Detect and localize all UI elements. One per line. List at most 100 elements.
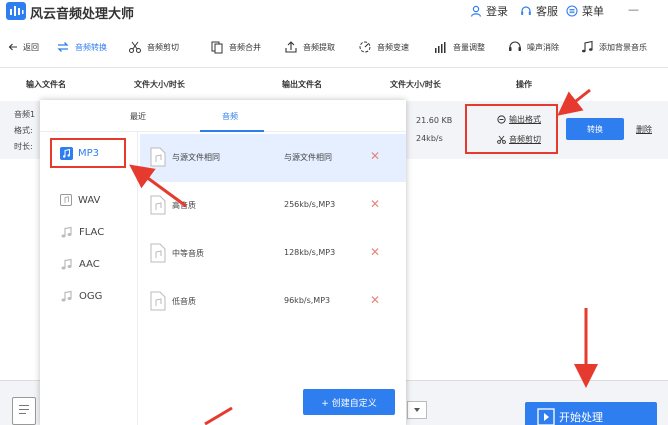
tab-audio-cut-label: 音频剪切 bbox=[147, 42, 179, 52]
quality-name: 低音质 bbox=[172, 297, 196, 306]
remove-preset-icon[interactable]: ✕ bbox=[370, 293, 380, 307]
remove-preset-icon[interactable]: ✕ bbox=[370, 245, 380, 259]
format-item-ogg[interactable]: OGG bbox=[40, 280, 138, 312]
tab-audio-extract-label: 音频提取 bbox=[303, 42, 335, 52]
music-note-icon bbox=[61, 226, 72, 237]
settings-circle-icon bbox=[497, 115, 506, 124]
file-table-header: 输入文件名 文件大小/时长 输出文件名 文件大小/时长 操作 bbox=[0, 69, 668, 101]
app-title: 风云音频处理大师 bbox=[30, 7, 135, 22]
tab-audio-extract[interactable]: 音频提取 bbox=[284, 36, 335, 58]
output-format-link[interactable]: 输出格式 bbox=[497, 114, 541, 125]
login-label: 登录 bbox=[486, 5, 508, 18]
col-output-size: 文件大小/时长 bbox=[390, 80, 441, 89]
headset-icon bbox=[521, 6, 531, 15]
remove-preset-icon[interactable]: ✕ bbox=[370, 149, 380, 163]
tab-add-background-music[interactable]: 添加背景音乐 bbox=[580, 36, 647, 58]
popup-tabs: 最近 音频 bbox=[40, 100, 406, 132]
create-custom-button[interactable]: + 创建自定义 bbox=[303, 389, 395, 415]
col-operation: 操作 bbox=[516, 80, 532, 89]
format-item-label: OGG bbox=[79, 290, 103, 302]
user-icon bbox=[470, 5, 482, 17]
quality-value: 128kb/s,MP3 bbox=[284, 248, 336, 257]
format-popup: 最近 音频 MP3 WAV FLAC AAC OGG 与源文件相同 与源文件相同… bbox=[40, 100, 406, 425]
quality-name: 与源文件相同 bbox=[172, 153, 220, 162]
convert-icon bbox=[57, 42, 69, 52]
tab-volume-adjust[interactable]: 音量调整 bbox=[434, 36, 485, 58]
music-note-icon bbox=[582, 40, 593, 53]
tab-audio-merge[interactable]: 音频合并 bbox=[210, 36, 261, 58]
menu-icon bbox=[566, 5, 578, 17]
file-duration-label: 时长: bbox=[14, 142, 33, 151]
quality-value: 256kb/s,MP3 bbox=[284, 200, 336, 209]
extract-icon bbox=[285, 41, 297, 53]
format-item-label: AAC bbox=[79, 258, 100, 270]
operation-highlight: 输出格式 音频剪切 bbox=[465, 104, 558, 154]
format-item-label: WAV bbox=[78, 194, 101, 206]
output-dropdown[interactable] bbox=[407, 401, 427, 419]
toolbar: 返回 音频转换 音频剪切 音频合并 音频提取 音频变速 音量调整 噪声消除 添加… bbox=[0, 26, 668, 68]
delete-link[interactable]: 删除 bbox=[636, 124, 652, 135]
output-bitrate: 24kb/s bbox=[416, 134, 443, 143]
merge-icon bbox=[211, 41, 223, 54]
minimize-button[interactable]: — bbox=[628, 3, 639, 16]
format-item-aac[interactable]: AAC bbox=[40, 248, 138, 280]
audio-file-icon bbox=[150, 243, 166, 263]
format-list: MP3 WAV FLAC AAC OGG bbox=[40, 132, 138, 425]
col-output-file: 输出文件名 bbox=[282, 80, 322, 89]
tab-recent[interactable]: 最近 bbox=[130, 111, 146, 122]
file-format-label: 格式: bbox=[14, 126, 33, 135]
format-item-flac[interactable]: FLAC bbox=[40, 216, 138, 248]
menu-button[interactable]: 菜单 bbox=[566, 3, 604, 19]
format-item-mp3[interactable]: MP3 bbox=[50, 138, 126, 168]
service-label: 客服 bbox=[536, 5, 558, 18]
col-input-file: 输入文件名 bbox=[26, 80, 66, 89]
play-icon bbox=[537, 408, 555, 425]
tab-noise-removal[interactable]: 噪声消除 bbox=[508, 36, 559, 58]
tab-audio-convert[interactable]: 音频转换 bbox=[56, 36, 107, 58]
back-arrow-icon bbox=[8, 43, 17, 51]
col-input-size: 文件大小/时长 bbox=[134, 80, 185, 89]
quality-name: 中等音质 bbox=[172, 249, 204, 258]
chevron-down-icon bbox=[414, 408, 420, 412]
tab-audio-cut[interactable]: 音频剪切 bbox=[128, 36, 179, 58]
tab-active-indicator bbox=[200, 130, 264, 132]
audio-file-icon bbox=[150, 195, 166, 215]
quality-row[interactable]: 低音质 96kb/s,MP3 ✕ bbox=[140, 278, 406, 326]
audio-cut-label: 音频剪切 bbox=[509, 135, 541, 144]
quality-row[interactable]: 中等音质 128kb/s,MP3 ✕ bbox=[140, 230, 406, 278]
output-file-size: 21.60 KB bbox=[416, 116, 453, 125]
noise-icon bbox=[509, 41, 521, 51]
scissors-icon bbox=[129, 41, 141, 53]
volume-icon bbox=[435, 42, 446, 53]
menu-label: 菜单 bbox=[582, 5, 604, 18]
format-item-label: MP3 bbox=[78, 147, 100, 159]
login-button[interactable]: 登录 bbox=[470, 3, 508, 19]
tab-audio-speed[interactable]: 音频变速 bbox=[358, 36, 409, 58]
audio-file-icon bbox=[150, 291, 166, 311]
music-file-icon bbox=[60, 146, 73, 160]
tab-volume-adjust-label: 音量调整 bbox=[453, 42, 485, 52]
tab-audio[interactable]: 音频 bbox=[222, 111, 238, 122]
quality-name: 高音质 bbox=[172, 201, 196, 210]
convert-button[interactable]: 转换 bbox=[566, 118, 624, 140]
back-label: 返回 bbox=[23, 42, 39, 52]
audio-file-icon bbox=[150, 147, 166, 167]
music-file-icon bbox=[60, 194, 72, 206]
output-folder-button[interactable] bbox=[12, 397, 36, 425]
app-logo-icon bbox=[6, 2, 26, 20]
quality-row[interactable]: 高音质 256kb/s,MP3 ✕ bbox=[140, 182, 406, 230]
tab-audio-speed-label: 音频变速 bbox=[377, 42, 409, 52]
tab-audio-merge-label: 音频合并 bbox=[229, 42, 261, 52]
back-button[interactable]: 返回 bbox=[8, 36, 39, 58]
quality-row[interactable]: 与源文件相同 与源文件相同 ✕ bbox=[140, 134, 406, 182]
tab-audio-convert-label: 音频转换 bbox=[75, 42, 107, 52]
service-button[interactable]: 客服 bbox=[520, 3, 558, 19]
output-format-label: 输出格式 bbox=[509, 115, 541, 124]
tab-noise-removal-label: 噪声消除 bbox=[527, 42, 559, 52]
quality-value: 与源文件相同 bbox=[284, 153, 332, 162]
format-item-wav[interactable]: WAV bbox=[40, 184, 138, 216]
music-note-icon bbox=[61, 290, 72, 301]
remove-preset-icon[interactable]: ✕ bbox=[370, 197, 380, 211]
audio-cut-link[interactable]: 音频剪切 bbox=[497, 134, 541, 145]
start-processing-button[interactable]: 开始处理 bbox=[525, 402, 657, 425]
